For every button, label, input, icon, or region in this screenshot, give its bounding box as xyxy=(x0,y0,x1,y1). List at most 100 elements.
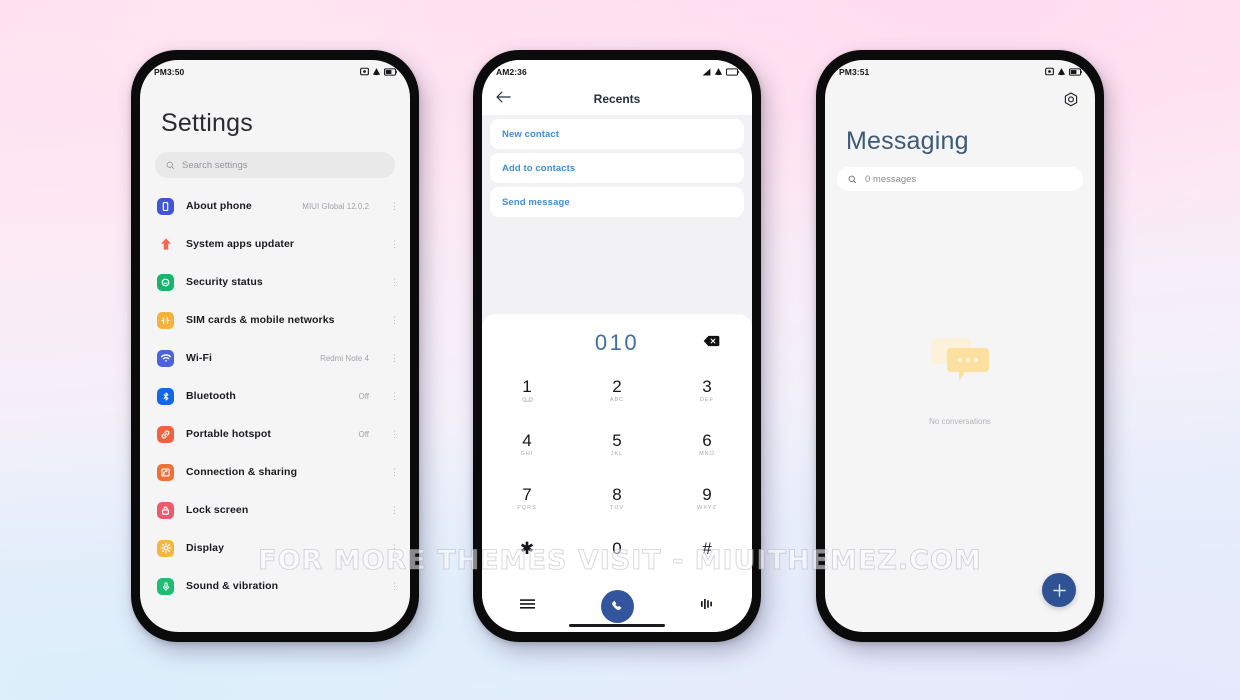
keypad-hide-icon[interactable] xyxy=(700,597,714,615)
battery-icon xyxy=(384,67,397,76)
dialer-action-card[interactable]: Send message xyxy=(490,187,744,217)
dialer-title: Recents xyxy=(593,92,641,106)
dialpad-key[interactable]: 4 GHI xyxy=(482,418,572,472)
settings-row[interactable]: Portable hotspot Off ⋮ xyxy=(140,415,410,453)
cast-icon xyxy=(372,68,381,76)
more-options-icon[interactable]: ⋮ xyxy=(390,430,399,439)
settings-row-label: SIM cards & mobile networks xyxy=(186,314,335,326)
plus-icon xyxy=(1052,583,1066,597)
dialpad-key-letters: PQRS xyxy=(517,505,537,511)
cast-icon xyxy=(714,68,723,76)
settings-row-value: Off xyxy=(358,391,369,401)
dialpad-key[interactable]: 9 WXYZ xyxy=(662,472,752,526)
dialpad-key[interactable]: 8 TUV xyxy=(572,472,662,526)
status-bar-icons xyxy=(702,67,739,76)
settings-row-label: Display xyxy=(186,542,225,554)
more-options-icon[interactable]: ⋮ xyxy=(390,354,399,363)
chat-bubbles-icon xyxy=(929,334,991,391)
dialpad-key-digit: 9 xyxy=(702,485,712,504)
backspace-icon[interactable] xyxy=(703,334,720,352)
dialpad-key-digit: 7 xyxy=(522,485,532,504)
settings-row-value: Redmi Note 4 xyxy=(320,353,369,363)
settings-row-label: Security status xyxy=(186,276,263,288)
settings-row-label: Portable hotspot xyxy=(186,428,272,440)
wifi-icon xyxy=(157,349,174,367)
settings-row[interactable]: Bluetooth Off ⋮ xyxy=(140,377,410,415)
more-options-icon[interactable]: ⋮ xyxy=(390,544,399,553)
settings-row-label: Wi-Fi xyxy=(186,352,213,364)
more-options-icon[interactable]: ⋮ xyxy=(390,506,399,515)
signal-icon xyxy=(702,68,711,75)
status-bar-icons xyxy=(1045,67,1082,76)
dialer-action-label: New contact xyxy=(502,128,560,140)
gear-icon[interactable] xyxy=(1063,92,1079,113)
cast-icon xyxy=(1057,68,1066,76)
new-message-fab[interactable] xyxy=(1042,573,1076,607)
page-title: Settings xyxy=(161,109,253,137)
search-icon xyxy=(166,161,175,169)
bluetooth-icon xyxy=(157,387,174,405)
dialer-screen: AM2:36 Recents New contact Add to contact… xyxy=(482,60,752,632)
settings-row[interactable]: About phone MIUI Global 12.0.2 ⋮ xyxy=(140,187,410,225)
settings-row[interactable]: Connection & sharing ⋮ xyxy=(140,453,410,491)
more-options-icon[interactable]: ⋮ xyxy=(390,468,399,477)
search-icon xyxy=(848,175,857,183)
settings-row[interactable]: Display ⋮ xyxy=(140,529,410,567)
settings-row[interactable]: Sound & vibration ⋮ xyxy=(140,567,410,605)
settings-row-value: MIUI Global 12.0.2 xyxy=(302,201,369,211)
dialer-top-bar: Recents xyxy=(482,83,752,115)
dialer-action-card[interactable]: Add to contacts xyxy=(490,153,744,183)
dialer-action-card[interactable]: New contact xyxy=(490,119,744,149)
more-options-icon[interactable]: ⋮ xyxy=(390,202,399,211)
dialpad-key-digit: ✱ xyxy=(519,539,535,558)
more-options-icon[interactable]: ⋮ xyxy=(390,392,399,401)
search-input[interactable]: 0 messages xyxy=(837,167,1083,191)
search-input[interactable]: Search settings xyxy=(155,152,395,178)
status-bar-time: PM3:50 xyxy=(154,66,185,77)
dialpad-key[interactable]: 5 JKL xyxy=(572,418,662,472)
status-bar-time: AM2:36 xyxy=(496,66,527,77)
more-options-icon[interactable]: ⋮ xyxy=(390,240,399,249)
dialpad-key-digit: 5 xyxy=(612,431,622,450)
settings-list: About phone MIUI Global 12.0.2 ⋮ System app… xyxy=(140,182,410,632)
settings-row[interactable]: Wi-Fi Redmi Note 4 ⋮ xyxy=(140,339,410,377)
settings-row-label: Lock screen xyxy=(186,504,249,516)
dialpad-key[interactable]: ✱ xyxy=(482,526,572,580)
more-options-icon[interactable]: ⋮ xyxy=(390,316,399,325)
dialpad-key-digit: 0 xyxy=(612,539,622,558)
dialpad-keys: 1 2 ABC 3 DEF 4 GHI 5 JKL 6 MNO 7 PQRS 8 TUV 9 WXYZ ✱ 0 # xyxy=(482,364,752,580)
call-icon xyxy=(611,600,621,610)
dialpad-key[interactable]: # xyxy=(662,526,752,580)
settings-row[interactable]: Lock screen ⋮ xyxy=(140,491,410,529)
call-button[interactable] xyxy=(600,589,634,623)
menu-icon[interactable] xyxy=(519,597,535,615)
dialed-number-row: 010 xyxy=(482,322,752,364)
settings-row[interactable]: Security status ⋮ xyxy=(140,263,410,301)
dialpad-key-digit: 2 xyxy=(612,377,622,396)
dialpad-key-digit: 3 xyxy=(702,377,712,396)
phone-mockup-settings: PM3:50 Settings Search settings About ph… xyxy=(131,50,419,642)
more-options-icon[interactable]: ⋮ xyxy=(390,582,399,591)
dialpad-key-letters: ABC xyxy=(609,397,625,403)
dialpad-key[interactable]: 6 MNO xyxy=(662,418,752,472)
battery-icon xyxy=(1069,67,1082,76)
settings-row[interactable]: SIM cards & mobile networks ⋮ xyxy=(140,301,410,339)
dialpad-key[interactable]: 1 xyxy=(482,364,572,418)
settings-row-label: Sound & vibration xyxy=(186,580,279,592)
voicemail-icon xyxy=(521,397,533,404)
sharing-icon xyxy=(157,463,174,481)
settings-row[interactable]: System apps updater ⋮ xyxy=(140,225,410,263)
dialpad-key[interactable]: 3 DEF xyxy=(662,364,752,418)
dialpad-key[interactable]: 0 xyxy=(572,526,662,580)
status-bar-icons xyxy=(360,67,397,76)
status-bar-time: PM3:51 xyxy=(839,66,870,77)
dialpad-key[interactable]: 2 ABC xyxy=(572,364,662,418)
shield-icon xyxy=(157,273,174,291)
phone-mockup-dialer: AM2:36 Recents New contact Add to contact… xyxy=(473,50,761,642)
status-bar: PM3:50 xyxy=(140,60,410,83)
screenshot-icon xyxy=(1045,67,1054,76)
more-options-icon[interactable]: ⋮ xyxy=(390,278,399,287)
battery-icon xyxy=(726,67,739,76)
settings-row-value: Off xyxy=(358,429,369,439)
dialpad-key[interactable]: 7 PQRS xyxy=(482,472,572,526)
